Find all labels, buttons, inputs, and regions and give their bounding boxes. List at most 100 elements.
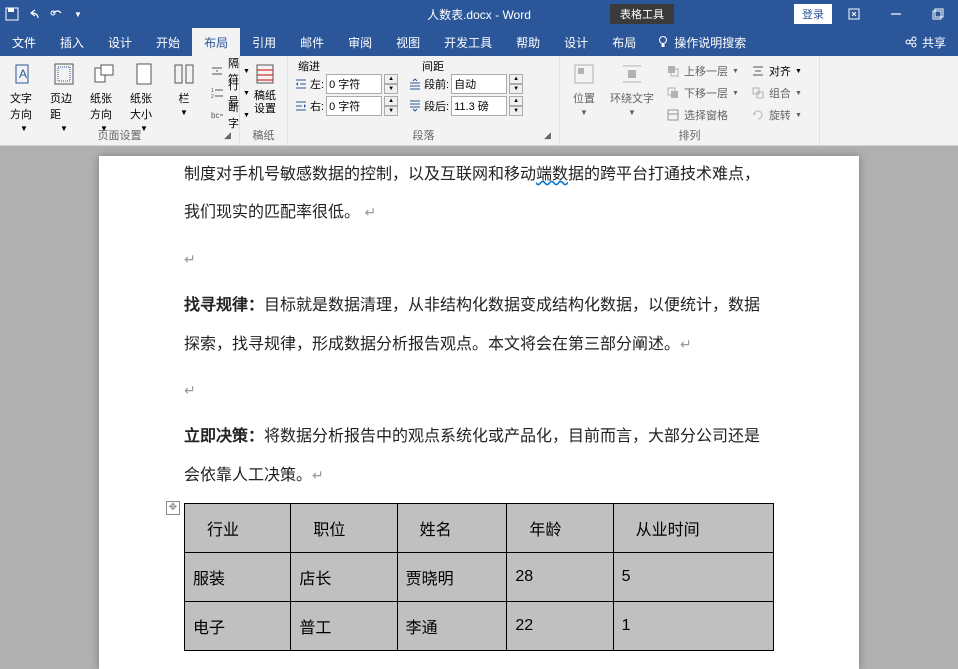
table-row[interactable]: 服装 店长 贾晓明 28 5 <box>185 553 774 602</box>
share-button[interactable]: 共享 <box>892 34 958 51</box>
document-table[interactable]: 行业 职位 姓名 年龄 从业时间 服装 店长 贾晓明 28 5 电子 普工 李通 <box>184 503 774 651</box>
tell-me-search[interactable]: 操作说明搜索 <box>648 34 746 51</box>
line-numbers-icon: 12 <box>210 86 224 100</box>
bring-forward-icon <box>666 64 680 78</box>
table-cell[interactable]: 电子 <box>185 602 291 651</box>
menu-view[interactable]: 视图 <box>384 28 432 56</box>
undo-icon[interactable] <box>26 6 42 22</box>
table-header-cell[interactable]: 姓名 <box>397 504 507 553</box>
position-button[interactable]: 位置 ▼ <box>566 58 602 119</box>
indent-right-label: 右: <box>310 98 324 114</box>
menu-table-layout[interactable]: 布局 <box>600 28 648 56</box>
table-cell[interactable]: 店长 <box>291 553 397 602</box>
send-backward-icon <box>666 86 680 100</box>
orientation-label: 纸张方向 <box>90 90 118 122</box>
table-header-cell[interactable]: 从业时间 <box>613 504 773 553</box>
paragraph-2[interactable]: 找寻规律：目标就是数据清理，从非结构化数据变成结构化数据，以便统计，数据探索，找… <box>184 287 774 364</box>
paragraph-1[interactable]: 制度对手机号敏感数据的控制，以及互联网和移动端数据的跨平台打通技术难点，我们现实… <box>184 156 774 233</box>
save-icon[interactable] <box>4 6 20 22</box>
group-button[interactable]: 组合 ▼ <box>747 82 806 104</box>
spacing-after-icon <box>408 99 422 113</box>
menu-mailings[interactable]: 邮件 <box>288 28 336 56</box>
chevron-down-icon: ▼ <box>580 108 588 117</box>
share-icon <box>904 35 918 49</box>
spacing-before-label: 段前: <box>424 76 449 92</box>
selection-pane-button[interactable]: 选择窗格 <box>662 104 743 126</box>
spacing-after-spinner[interactable]: ▲▼ <box>509 96 523 116</box>
paragraph-3[interactable]: 立即决策：将数据分析报告中的观点系统化或产品化，目前而言，大部分公司还是会依靠人… <box>184 418 774 495</box>
spacing-before-input[interactable] <box>451 74 507 94</box>
table-cell[interactable]: 28 <box>507 553 613 602</box>
paragraph-mark-icon: ↵ <box>680 336 692 352</box>
rotate-label: 旋转 <box>769 107 791 123</box>
table-move-handle[interactable]: ✥ <box>166 501 180 515</box>
columns-button[interactable]: 栏 ▼ <box>166 58 202 119</box>
empty-paragraph[interactable]: ↵ <box>184 241 774 279</box>
paragraph-group-label: 段落 <box>288 127 559 143</box>
menu-insert[interactable]: 插入 <box>48 28 96 56</box>
empty-paragraph[interactable]: ↵ <box>184 372 774 410</box>
qat-dropdown-icon[interactable]: ▼ <box>70 6 86 22</box>
menu-home[interactable]: 开始 <box>144 28 192 56</box>
table-cell[interactable]: 普工 <box>291 602 397 651</box>
paragraph-mark-icon: ↵ <box>364 204 376 220</box>
table-cell[interactable]: 22 <box>507 602 613 651</box>
breaks-icon <box>210 64 224 78</box>
indent-right-spinner[interactable]: ▲▼ <box>384 96 398 116</box>
size-button[interactable]: 纸张大小 ▼ <box>126 58 162 135</box>
menu-references[interactable]: 引用 <box>240 28 288 56</box>
table-cell[interactable]: 贾晓明 <box>397 553 507 602</box>
minimize-icon[interactable] <box>876 0 916 28</box>
table-cell[interactable]: 服装 <box>185 553 291 602</box>
paragraph-dialog-launcher[interactable]: ◢ <box>544 130 556 142</box>
table-cell[interactable]: 1 <box>613 602 773 651</box>
align-button[interactable]: 对齐 ▼ <box>747 60 806 82</box>
chevron-down-icon: ▼ <box>732 90 739 97</box>
bring-forward-button[interactable]: 上移一层 ▼ <box>662 60 743 82</box>
hyphenation-icon: bc <box>210 108 224 122</box>
table-header-cell[interactable]: 职位 <box>291 504 397 553</box>
margins-button[interactable]: 页边距 ▼ <box>46 58 82 135</box>
menu-review[interactable]: 审阅 <box>336 28 384 56</box>
table-cell[interactable]: 李通 <box>397 602 507 651</box>
table-header-cell[interactable]: 行业 <box>185 504 291 553</box>
spacing-after-input[interactable] <box>451 96 507 116</box>
table-header-cell[interactable]: 年龄 <box>507 504 613 553</box>
svg-text:2: 2 <box>211 94 214 100</box>
indent-right-input[interactable] <box>326 96 382 116</box>
menu-design[interactable]: 设计 <box>96 28 144 56</box>
indent-left-input[interactable] <box>326 74 382 94</box>
menu-layout[interactable]: 布局 <box>192 28 240 56</box>
document-page[interactable]: 制度对手机号敏感数据的控制，以及互联网和移动端数据的跨平台打通技术难点，我们现实… <box>99 156 859 669</box>
table-row[interactable]: 电子 普工 李通 22 1 <box>185 602 774 651</box>
send-backward-button[interactable]: 下移一层 ▼ <box>662 82 743 104</box>
menu-table-design[interactable]: 设计 <box>552 28 600 56</box>
menu-help[interactable]: 帮助 <box>504 28 552 56</box>
spacing-before-spinner[interactable]: ▲▼ <box>509 74 523 94</box>
position-label: 位置 <box>573 90 595 106</box>
text-direction-button[interactable]: A 文字方向 ▼ <box>6 58 42 135</box>
selection-pane-icon <box>666 108 680 122</box>
menu-file[interactable]: 文件 <box>0 28 48 56</box>
document-area[interactable]: 制度对手机号敏感数据的控制，以及互联网和移动端数据的跨平台打通技术难点，我们现实… <box>0 146 958 669</box>
indent-left-spinner[interactable]: ▲▼ <box>384 74 398 94</box>
bring-forward-label: 上移一层 <box>684 63 728 79</box>
manuscript-group-label: 稿纸 <box>240 127 287 143</box>
redo-icon[interactable] <box>48 6 64 22</box>
manuscript-icon <box>251 60 279 88</box>
text-direction-icon: A <box>10 60 38 88</box>
ribbon-options-icon[interactable] <box>834 0 874 28</box>
orientation-button[interactable]: 纸张方向 ▼ <box>86 58 122 135</box>
table-cell[interactable]: 5 <box>613 553 773 602</box>
rotate-icon <box>751 108 765 122</box>
page-setup-dialog-launcher[interactable]: ◢ <box>224 130 236 142</box>
rotate-button[interactable]: 旋转 ▼ <box>747 104 806 126</box>
wrap-button[interactable]: 环绕文字 ▼ <box>606 58 658 119</box>
table-header-row[interactable]: 行业 职位 姓名 年龄 从业时间 <box>185 504 774 553</box>
manuscript-settings-button[interactable]: 稿纸设置 <box>246 58 284 118</box>
group-icon <box>751 86 765 100</box>
maximize-icon[interactable] <box>918 0 958 28</box>
group-label: 组合 <box>769 85 791 101</box>
menu-devtools[interactable]: 开发工具 <box>432 28 504 56</box>
login-button[interactable]: 登录 <box>794 4 832 24</box>
